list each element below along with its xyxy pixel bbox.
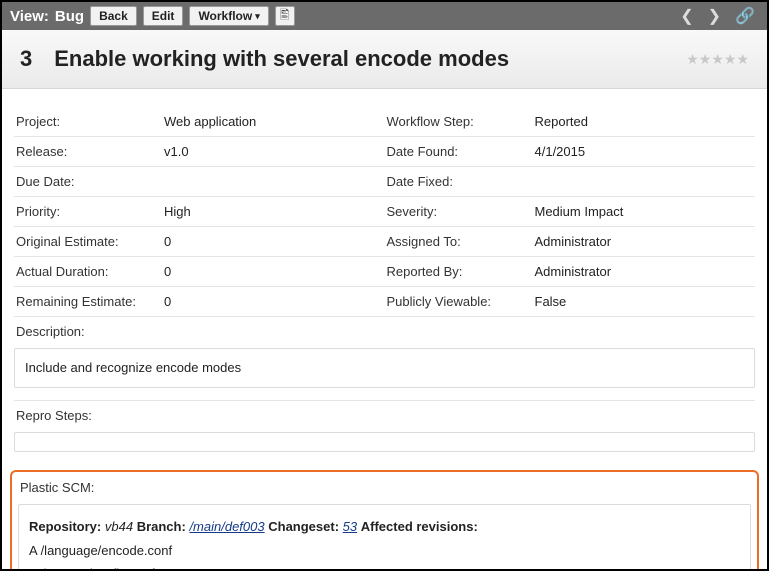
field-publicly-viewable: Publicly Viewable:False	[385, 287, 756, 316]
field-workflow-step: Workflow Step:Reported	[385, 107, 756, 136]
view-type: Bug	[55, 8, 84, 25]
field-assigned-to: Assigned To:Administrator	[385, 227, 756, 256]
fields-grid: Project:Web application Workflow Step:Re…	[2, 89, 767, 464]
repro-value	[14, 432, 755, 452]
star-icon: ★	[736, 51, 749, 68]
field-project: Project:Web application	[14, 107, 385, 136]
field-reported-by: Reported By:Administrator	[385, 257, 756, 286]
scm-changeset-label: Changeset:	[268, 519, 339, 534]
field-remaining-estimate: Remaining Estimate:0	[14, 287, 385, 316]
repro-label: Repro Steps:	[14, 400, 755, 428]
description-value: Include and recognize encode modes	[14, 348, 755, 388]
field-date-fixed: Date Fixed:	[385, 167, 756, 196]
field-date-found: Date Found:4/1/2015	[385, 137, 756, 166]
plastic-scm-label: Plastic SCM:	[18, 478, 751, 500]
title-row: 3 Enable working with several encode mod…	[2, 30, 767, 89]
scm-repo-value: vb44	[105, 519, 133, 534]
toolbar: View: Bug Back Edit Workflow▾ 🖺 ❮ ❯ 🔗	[2, 2, 767, 30]
scm-affected-label: Affected revisions:	[361, 519, 478, 534]
back-button[interactable]: Back	[90, 6, 137, 26]
star-icon: ★	[724, 51, 737, 68]
chevron-down-icon: ▾	[255, 11, 260, 22]
field-priority: Priority:High	[14, 197, 385, 226]
field-due-date: Due Date:	[14, 167, 385, 196]
scm-revision: A /language/encode.conf	[29, 541, 740, 561]
plastic-scm-box: Repository: vb44 Branch: /main/def003 Ch…	[18, 504, 751, 571]
star-rating[interactable]: ★★★★★	[686, 51, 749, 68]
scm-repo-label: Repository:	[29, 519, 101, 534]
view-label: View:	[10, 8, 49, 25]
field-original-estimate: Original Estimate:0	[14, 227, 385, 256]
plastic-scm-section: Plastic SCM: Repository: vb44 Branch: /m…	[10, 470, 759, 571]
field-release: Release:v1.0	[14, 137, 385, 166]
star-icon: ★	[711, 51, 724, 68]
issue-title: Enable working with several encode modes	[54, 46, 686, 72]
description-label: Description:	[14, 316, 755, 344]
star-icon: ★	[686, 51, 699, 68]
field-actual-duration: Actual Duration:0	[14, 257, 385, 286]
next-icon[interactable]: ❯	[704, 6, 725, 26]
scm-changeset-link[interactable]: 53	[343, 519, 357, 534]
export-pdf-button[interactable]: 🖺	[275, 6, 295, 26]
star-icon: ★	[699, 51, 712, 68]
edit-button[interactable]: Edit	[143, 6, 184, 26]
prev-icon[interactable]: ❮	[676, 6, 697, 26]
issue-id: 3	[20, 46, 32, 72]
field-severity: Severity:Medium Impact	[385, 197, 756, 226]
scm-branch-label: Branch:	[137, 519, 186, 534]
link-icon[interactable]: 🔗	[731, 6, 759, 26]
workflow-button[interactable]: Workflow▾	[189, 6, 268, 26]
scm-branch-link[interactable]: /main/def003	[189, 519, 264, 534]
scm-revision: C /cmuser/config.conf	[29, 564, 740, 571]
